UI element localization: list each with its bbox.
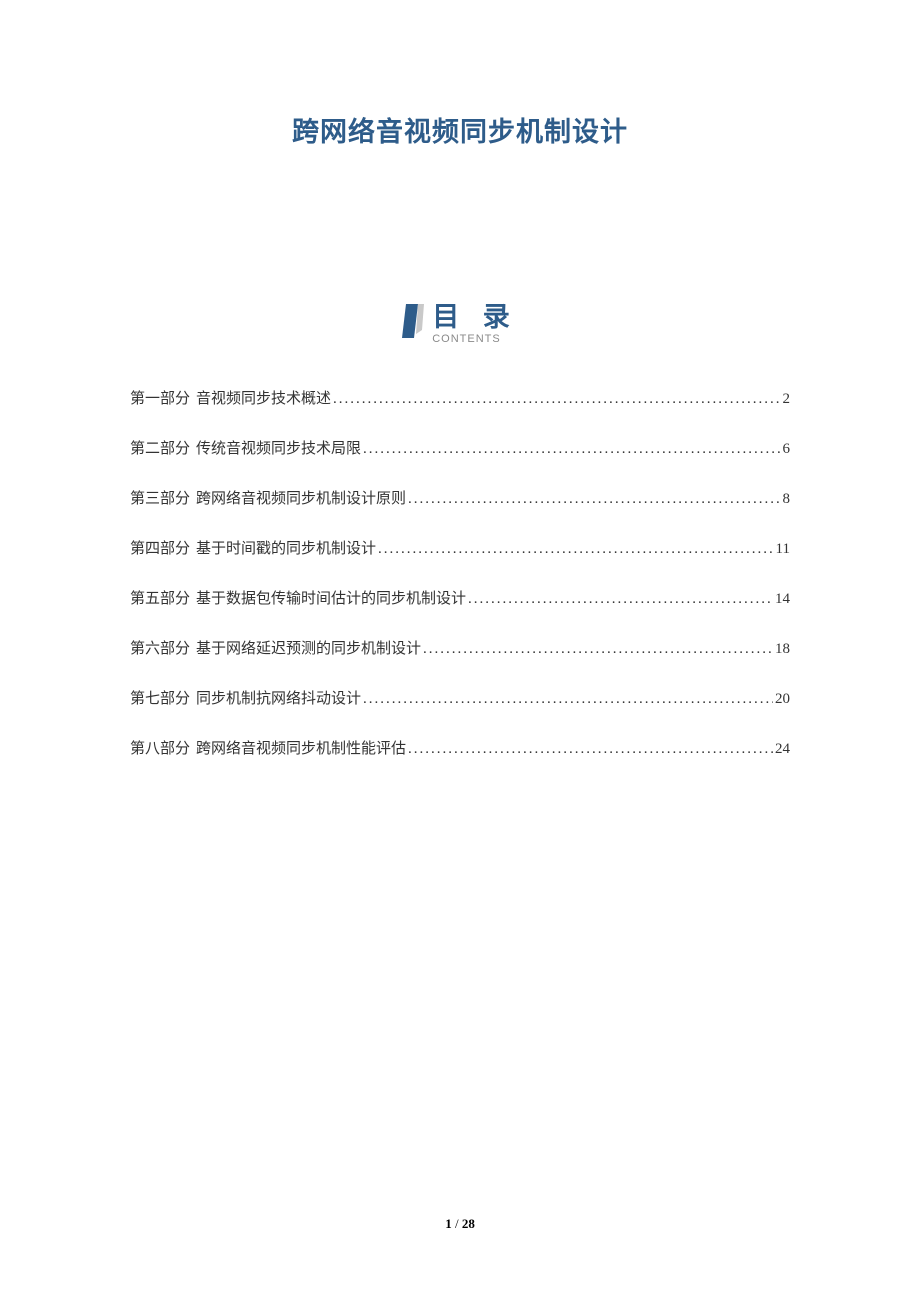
toc-part-label: 第六部分 xyxy=(130,637,190,658)
toc-leader-dots xyxy=(363,441,780,458)
toc-page-number: 11 xyxy=(776,541,790,558)
toc-entry-name: 传统音视频同步技术局限 xyxy=(196,437,361,458)
toc-leader-dots xyxy=(423,641,773,658)
toc-leader-dots xyxy=(363,691,773,708)
toc-leader-dots xyxy=(408,491,780,508)
toc-entry[interactable]: 第八部分 跨网络音视频同步机制性能评估 24 xyxy=(130,737,790,758)
toc-part-label: 第二部分 xyxy=(130,437,190,458)
toc-heading-en: CONTENTS xyxy=(432,333,501,345)
document-title: 跨网络音视频同步机制设计 xyxy=(130,110,790,149)
document-page: 跨网络音视频同步机制设计 目 录 CONTENTS 第一部分 音视频同步技术概述… xyxy=(0,0,920,758)
toc-entry[interactable]: 第四部分 基于时间戳的同步机制设计 11 xyxy=(130,537,790,558)
page-footer: 1 / 28 xyxy=(0,1216,920,1232)
toc-leader-dots xyxy=(378,541,774,558)
toc-part-label: 第一部分 xyxy=(130,387,190,408)
toc-part-label: 第八部分 xyxy=(130,737,190,758)
toc-page-number: 6 xyxy=(783,441,791,458)
toc-entry-name: 基于网络延迟预测的同步机制设计 xyxy=(196,637,421,658)
toc-entry-name: 跨网络音视频同步机制性能评估 xyxy=(196,737,406,758)
toc-entry-name: 基于数据包传输时间估计的同步机制设计 xyxy=(196,587,466,608)
toc-part-label: 第四部分 xyxy=(130,537,190,558)
toc-page-number: 20 xyxy=(775,691,790,708)
toc-entry[interactable]: 第三部分 跨网络音视频同步机制设计原则 8 xyxy=(130,487,790,508)
toc-entry-name: 跨网络音视频同步机制设计原则 xyxy=(196,487,406,508)
toc-entry[interactable]: 第六部分 基于网络延迟预测的同步机制设计 18 xyxy=(130,637,790,658)
toc-page-number: 24 xyxy=(775,741,790,758)
toc-list: 第一部分 音视频同步技术概述 2 第二部分 传统音视频同步技术局限 6 第三部分… xyxy=(130,387,790,758)
toc-entry[interactable]: 第一部分 音视频同步技术概述 2 xyxy=(130,387,790,408)
toc-entry[interactable]: 第二部分 传统音视频同步技术局限 6 xyxy=(130,437,790,458)
toc-page-number: 8 xyxy=(783,491,791,508)
toc-entry[interactable]: 第七部分 同步机制抗网络抖动设计 20 xyxy=(130,687,790,708)
toc-entry-name: 音视频同步技术概述 xyxy=(196,387,331,408)
toc-mark-icon xyxy=(402,304,424,343)
footer-total-pages: 28 xyxy=(462,1216,475,1231)
toc-title-block: 目 录 CONTENTS xyxy=(432,304,518,345)
toc-part-label: 第五部分 xyxy=(130,587,190,608)
toc-part-label: 第七部分 xyxy=(130,687,190,708)
toc-leader-dots xyxy=(408,741,773,758)
toc-entry-name: 同步机制抗网络抖动设计 xyxy=(196,687,361,708)
toc-page-number: 2 xyxy=(783,391,791,408)
toc-leader-dots xyxy=(333,391,780,408)
toc-leader-dots xyxy=(468,591,773,608)
toc-entry[interactable]: 第五部分 基于数据包传输时间估计的同步机制设计 14 xyxy=(130,587,790,608)
toc-page-number: 18 xyxy=(775,641,790,658)
toc-entry-name: 基于时间戳的同步机制设计 xyxy=(196,537,376,558)
toc-heading-zh: 目 录 xyxy=(432,304,518,331)
toc-header: 目 录 CONTENTS xyxy=(130,304,790,345)
footer-separator: / xyxy=(452,1216,462,1231)
toc-part-label: 第三部分 xyxy=(130,487,190,508)
toc-page-number: 14 xyxy=(775,591,790,608)
